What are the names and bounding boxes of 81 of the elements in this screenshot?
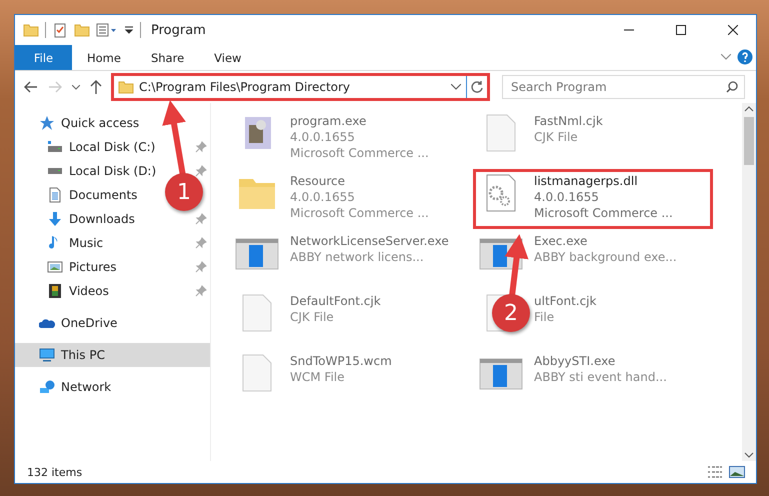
annotation-arrow bbox=[504, 234, 528, 296]
ribbon-tab[interactable]: File bbox=[15, 45, 72, 70]
computer-icon bbox=[39, 347, 55, 363]
maximize-icon bbox=[676, 25, 686, 35]
sidebar-item[interactable]: OneDrive bbox=[15, 311, 124, 335]
file-name[interactable]: NetworkLicenseServer.exe bbox=[290, 233, 449, 249]
folder-icon bbox=[118, 79, 134, 95]
address-path: C:\Program Files\Program Directory bbox=[139, 80, 352, 94]
folder-icon bbox=[74, 22, 90, 38]
file-detail: Microsoft Commerce ... bbox=[534, 205, 673, 221]
picture-icon bbox=[47, 259, 63, 275]
file-detail: WCM File bbox=[290, 369, 346, 385]
minimize-icon bbox=[624, 29, 634, 31]
sidebar-item[interactable]: Network bbox=[15, 375, 118, 399]
chevron-down-icon bbox=[721, 54, 731, 60]
checklist-icon bbox=[52, 22, 68, 38]
chevron-down-icon bbox=[451, 84, 461, 90]
help-icon bbox=[737, 49, 753, 65]
window-title: Program bbox=[151, 22, 207, 38]
pin-icon[interactable] bbox=[195, 237, 207, 249]
file-detail: File bbox=[534, 309, 556, 325]
folder-icon bbox=[23, 22, 39, 38]
sidebar-item[interactable]: This PC bbox=[15, 343, 210, 367]
pin-icon[interactable] bbox=[195, 285, 207, 297]
drive-icon bbox=[47, 141, 63, 153]
large-icons-view-icon bbox=[729, 466, 745, 478]
properties-icon bbox=[96, 22, 118, 38]
sidebar-item[interactable]: Quick access bbox=[15, 111, 146, 135]
file-name[interactable]: ultFont.cjk bbox=[534, 293, 596, 309]
pin-icon[interactable] bbox=[195, 213, 207, 225]
sidebar-item[interactable]: Local Disk (C:) bbox=[15, 135, 162, 159]
file-name[interactable]: SndToWP15.wcm bbox=[290, 353, 392, 369]
file-name[interactable]: listmanagerps.dll bbox=[534, 173, 673, 189]
file-name[interactable]: FastNml.cjk bbox=[534, 113, 603, 129]
pin-icon[interactable] bbox=[195, 141, 207, 153]
scroll-thumb[interactable] bbox=[744, 117, 754, 165]
sidebar-item[interactable]: Videos bbox=[15, 279, 115, 303]
network-icon bbox=[39, 379, 55, 395]
file-name[interactable]: AbbyySTI.exe bbox=[534, 353, 667, 369]
search-icon bbox=[726, 81, 738, 93]
refresh-icon bbox=[470, 80, 484, 94]
sidebar-item[interactable]: Downloads bbox=[15, 207, 141, 231]
file-detail: Microsoft Commerce ... bbox=[290, 205, 429, 221]
pin-icon[interactable] bbox=[195, 261, 207, 273]
document-icon bbox=[47, 187, 63, 203]
ribbon-tab[interactable]: Share bbox=[136, 45, 200, 70]
sidebar-item[interactable]: Local Disk (D:) bbox=[15, 159, 162, 183]
file-detail: CJK File bbox=[290, 309, 335, 325]
file-detail: ABBY sti event hand... bbox=[534, 369, 667, 385]
close-icon bbox=[728, 25, 738, 35]
item-count: 132 items bbox=[27, 466, 84, 478]
file-detail: ABBY network licens... bbox=[290, 249, 425, 265]
back-arrow-icon bbox=[24, 81, 38, 93]
search-field[interactable]: Search Program bbox=[502, 75, 745, 99]
file-detail: 4.0.0.1655 bbox=[534, 189, 600, 205]
scrollbar[interactable] bbox=[742, 103, 756, 461]
ribbon-tab[interactable]: View bbox=[199, 45, 256, 70]
sidebar-item[interactable]: Pictures bbox=[15, 255, 123, 279]
file-name[interactable]: program.exe bbox=[290, 113, 429, 129]
sidebar-item[interactable]: Documents bbox=[15, 183, 144, 207]
chevron-down-icon bbox=[72, 84, 80, 90]
drive-icon bbox=[47, 168, 63, 174]
file-name[interactable]: DefaultFont.cjk bbox=[290, 293, 381, 309]
file-name[interactable]: Resource bbox=[290, 173, 429, 189]
file-name[interactable]: Exec.exe bbox=[534, 233, 677, 249]
file-detail: Microsoft Commerce ... bbox=[290, 145, 429, 161]
details-view-icon bbox=[707, 466, 723, 478]
ribbon-tab[interactable]: Home bbox=[72, 45, 136, 70]
video-icon bbox=[47, 283, 63, 299]
highlighted-file-item[interactable]: listmanagerps.dll 4.0.0.1655 Microsoft Commerce ... bbox=[473, 169, 713, 229]
download-icon bbox=[47, 211, 63, 227]
sidebar-item[interactable]: Music bbox=[15, 231, 110, 255]
up-arrow-icon bbox=[90, 80, 102, 94]
file-detail: CJK File bbox=[534, 129, 579, 145]
file-detail: 4.0.0.1655 bbox=[290, 189, 356, 205]
file-detail: ABBY background exe... bbox=[534, 249, 677, 265]
pin-icon[interactable] bbox=[195, 165, 207, 177]
forward-arrow-icon bbox=[48, 81, 62, 93]
star-icon bbox=[39, 115, 55, 131]
file-detail: 4.0.0.1655 bbox=[290, 129, 356, 145]
address-bar[interactable]: C:\Program Files\Program Directory bbox=[111, 73, 490, 101]
